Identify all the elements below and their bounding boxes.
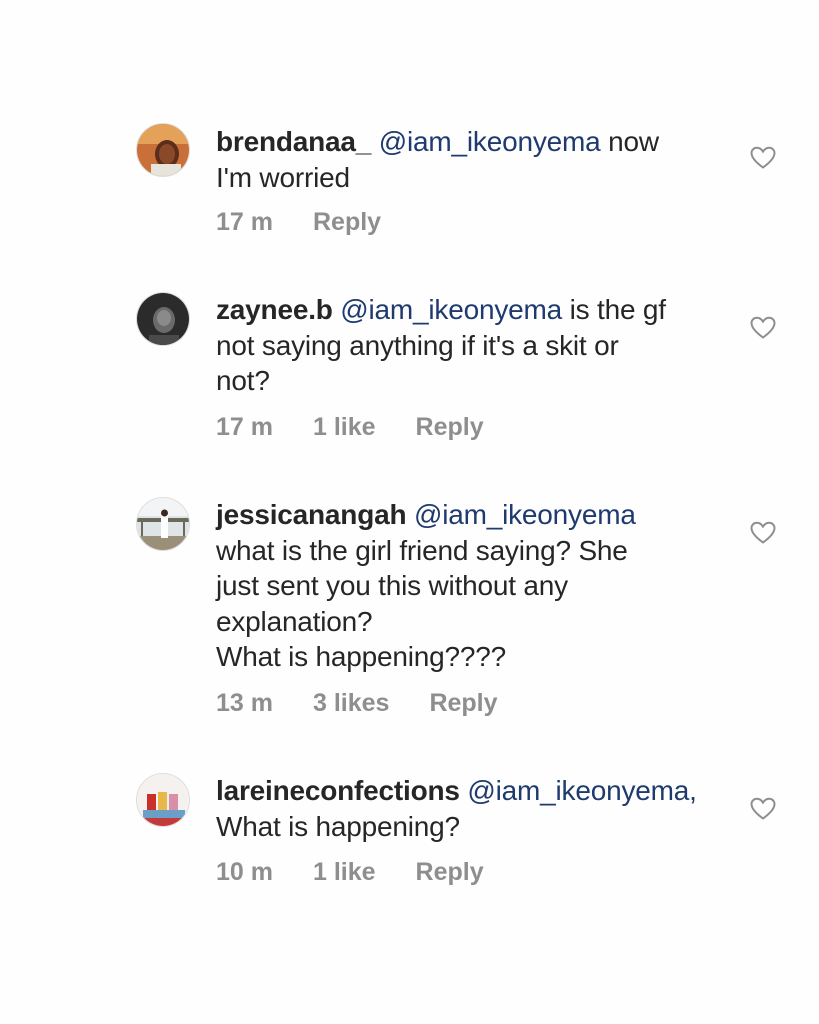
- heart-outline-icon[interactable]: [750, 316, 776, 340]
- like-count[interactable]: 1 like: [313, 858, 376, 887]
- heart-outline-icon[interactable]: [750, 797, 776, 821]
- like-count[interactable]: 3 likes: [313, 689, 389, 718]
- reply-button[interactable]: Reply: [429, 689, 497, 718]
- heart-outline-icon[interactable]: [750, 521, 776, 545]
- reply-button[interactable]: Reply: [313, 208, 381, 237]
- comment-body: just sent you this without any: [216, 570, 568, 601]
- comment-body: explanation?: [216, 605, 373, 637]
- comment-meta: 10 m 1 like Reply: [216, 858, 484, 887]
- comment-username[interactable]: lareineconfections: [216, 775, 460, 806]
- comment-time: 10 m: [216, 858, 273, 886]
- comment-body: What is happening?: [216, 810, 460, 842]
- comment-username[interactable]: zaynee.b: [216, 294, 333, 325]
- comment-username[interactable]: jessicanangah: [216, 499, 407, 530]
- comment-mention[interactable]: @iam_ikeonyema,: [467, 775, 697, 806]
- avatar[interactable]: [136, 773, 190, 827]
- comment-mention[interactable]: @iam_ikeonyema: [414, 499, 636, 530]
- avatar[interactable]: [136, 123, 190, 177]
- avatar[interactable]: [136, 497, 190, 551]
- comment-text: lareineconfections @iam_ikeonyema, What …: [216, 773, 726, 844]
- comment-body: What is happening????: [216, 641, 507, 672]
- comment-time: 17 m: [216, 413, 273, 441]
- reply-button[interactable]: Reply: [416, 413, 484, 442]
- reply-button[interactable]: Reply: [416, 858, 484, 887]
- comment-text: zaynee.b @iam_ikeonyema is the gf not sa…: [216, 292, 726, 399]
- like-count[interactable]: 1 like: [313, 413, 376, 442]
- comment-body: now: [608, 126, 659, 157]
- comment-username[interactable]: brendanaa_: [216, 126, 371, 157]
- comment-meta: 17 m Reply: [216, 208, 381, 237]
- heart-outline-icon[interactable]: [750, 146, 776, 170]
- comment-time: 13 m: [216, 689, 273, 717]
- avatar[interactable]: [136, 292, 190, 346]
- comment-mention[interactable]: @iam_ikeonyema: [340, 294, 562, 325]
- comment-body: I'm worried: [216, 161, 350, 193]
- comment-meta: 13 m 3 likes Reply: [216, 689, 498, 718]
- comment-text: jessicanangah @iam_ikeonyema what is the…: [216, 497, 726, 675]
- comment-body: what is the girl friend saying? She: [216, 534, 628, 566]
- comment-text: brendanaa_ @iam_ikeonyema now I'm worrie…: [216, 124, 726, 195]
- comment-body: not saying anything if it's a skit or: [216, 329, 619, 361]
- comment-meta: 17 m 1 like Reply: [216, 413, 484, 442]
- comment-body: not?: [216, 365, 270, 396]
- comment-mention[interactable]: @iam_ikeonyema: [379, 126, 601, 157]
- comment-body: is the gf: [569, 294, 666, 325]
- comment-time: 17 m: [216, 208, 273, 236]
